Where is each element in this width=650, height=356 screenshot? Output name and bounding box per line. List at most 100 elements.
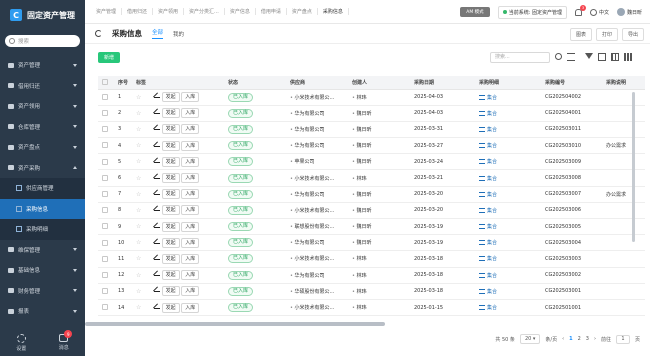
bar-chart-icon[interactable] xyxy=(624,53,632,61)
initiate-button[interactable]: 发起 xyxy=(161,108,180,119)
initiate-button[interactable]: 发起 xyxy=(161,156,180,167)
stock-in-button[interactable]: 入库 xyxy=(181,270,200,281)
print-button[interactable]: 打印 xyxy=(595,28,618,41)
detail-cell[interactable]: 集合 xyxy=(475,105,541,122)
detail-cell[interactable]: 集合 xyxy=(475,250,541,268)
settings-button[interactable]: 设置 xyxy=(16,334,26,352)
initiate-button[interactable]: 发起 xyxy=(161,302,180,313)
table-row[interactable]: 1☆ 发起 入库已入库小米技术有限公...林玮2025-04-03集合CG202… xyxy=(98,89,645,106)
col-header-creator[interactable]: 创建人 xyxy=(348,76,410,90)
detail-link[interactable]: 集合 xyxy=(487,111,497,117)
horizontal-scrollbar[interactable] xyxy=(85,322,385,326)
star-icon[interactable]: ☆ xyxy=(132,267,150,284)
sidebar-item[interactable]: 资产领用 xyxy=(0,96,85,117)
sidebar-item[interactable]: 资产管理 xyxy=(0,55,85,76)
detail-cell[interactable]: 集合 xyxy=(475,137,541,155)
row-checkbox[interactable] xyxy=(98,186,114,203)
grid-icon[interactable] xyxy=(611,53,619,61)
detail-link[interactable]: 集合 xyxy=(487,143,497,149)
row-checkbox[interactable] xyxy=(98,267,114,284)
sidebar-item[interactable]: 资产采购 xyxy=(0,158,85,179)
initiate-button[interactable]: 发起 xyxy=(161,92,180,103)
row-checkbox[interactable] xyxy=(98,121,114,139)
edit-icon[interactable] xyxy=(154,222,160,228)
detail-cell[interactable]: 集合 xyxy=(475,267,541,284)
row-checkbox[interactable] xyxy=(98,234,114,252)
initiate-button[interactable]: 发起 xyxy=(161,253,180,264)
star-icon[interactable]: ☆ xyxy=(132,153,150,171)
initiate-button[interactable]: 发起 xyxy=(161,270,180,281)
detail-cell[interactable]: 集合 xyxy=(475,299,541,317)
sidebar-item[interactable]: 采购信息 xyxy=(0,198,85,219)
subtab-all[interactable]: 全部 xyxy=(152,28,164,39)
user-menu[interactable]: 魏日昕 xyxy=(616,8,642,16)
detail-link[interactable]: 集合 xyxy=(487,176,497,182)
detail-link[interactable]: 集合 xyxy=(487,208,497,214)
detail-link[interactable]: 集合 xyxy=(487,224,497,230)
export-button[interactable]: 导出 xyxy=(621,28,644,41)
initiate-button[interactable]: 发起 xyxy=(161,205,180,216)
stock-in-button[interactable]: 入库 xyxy=(181,173,200,184)
sidebar-item[interactable]: 报表 xyxy=(0,301,85,322)
edit-icon[interactable] xyxy=(154,286,160,293)
star-icon[interactable]: ☆ xyxy=(132,89,150,106)
next-page-button[interactable]: › xyxy=(594,336,596,342)
sidebar-search-input[interactable]: 搜索 xyxy=(5,35,80,47)
stock-in-button[interactable]: 入库 xyxy=(181,286,200,297)
detail-link[interactable]: 集合 xyxy=(487,305,497,311)
stock-in-button[interactable]: 入库 xyxy=(181,221,200,232)
language-switch[interactable]: 中文 xyxy=(589,8,609,16)
nav-tab[interactable]: 借用归还 xyxy=(122,8,154,15)
sidebar-item[interactable]: 财务管理 xyxy=(0,281,85,302)
edit-icon[interactable] xyxy=(154,173,160,180)
star-icon[interactable]: ☆ xyxy=(132,250,150,268)
goto-input[interactable]: 1 xyxy=(615,334,630,344)
initiate-button[interactable]: 发起 xyxy=(161,173,180,184)
table-row[interactable]: 9☆ 发起 入库已入库联想股份有限公...魏日昕2025-03-19集合CG20… xyxy=(98,218,645,236)
select-all-checkbox[interactable] xyxy=(98,76,114,90)
table-row[interactable]: 13☆ 发起 入库已入库华硕股份有限公...林玮2025-03-18集合CG20… xyxy=(98,283,645,300)
table-row[interactable]: 4☆ 发起 入库已入库华为有限公司魏日昕2025-03-27集合CG202503… xyxy=(98,137,645,155)
star-icon[interactable]: ☆ xyxy=(132,121,150,139)
row-checkbox[interactable] xyxy=(98,250,114,268)
star-icon[interactable]: ☆ xyxy=(132,299,150,317)
col-header-date[interactable]: 采购日期 xyxy=(410,76,475,90)
table-row[interactable]: 11☆ 发起 入库已入库小米技术有限公...林玮2025-03-18集合CG20… xyxy=(98,250,645,268)
sidebar-item[interactable]: 维保管理 xyxy=(0,240,85,261)
col-header-code[interactable]: 采购编号 xyxy=(541,76,602,90)
stock-in-button[interactable]: 入库 xyxy=(181,302,200,313)
initiate-button[interactable]: 发起 xyxy=(161,221,180,232)
edit-icon[interactable] xyxy=(154,124,160,131)
edit-icon[interactable] xyxy=(154,303,160,309)
table-row[interactable]: 12☆ 发起 入库已入库华为有限公司林玮2025-03-18集合CG202503… xyxy=(98,267,645,284)
edit-icon[interactable] xyxy=(154,254,160,260)
star-icon[interactable]: ☆ xyxy=(132,186,150,203)
row-checkbox[interactable] xyxy=(98,105,114,122)
list-icon[interactable] xyxy=(567,53,575,61)
system-selector[interactable]: 当前系统: 固定资产管理 xyxy=(497,5,567,19)
vertical-scrollbar[interactable] xyxy=(632,92,635,242)
edit-icon[interactable] xyxy=(154,141,160,147)
table-row[interactable]: 3☆ 发起 入库已入库华为有限公司魏日昕2025-03-31集合CG202503… xyxy=(98,121,645,139)
row-checkbox[interactable] xyxy=(98,169,114,187)
detail-cell[interactable]: 集合 xyxy=(475,153,541,171)
stock-in-button[interactable]: 入库 xyxy=(181,237,200,248)
star-icon[interactable]: ☆ xyxy=(132,283,150,300)
stock-in-button[interactable]: 入库 xyxy=(181,156,200,167)
initiate-button[interactable]: 发起 xyxy=(161,189,180,200)
row-checkbox[interactable] xyxy=(98,89,114,106)
initiate-button[interactable]: 发起 xyxy=(161,286,180,297)
detail-cell[interactable]: 集合 xyxy=(475,121,541,139)
star-icon[interactable]: ☆ xyxy=(132,137,150,155)
star-icon[interactable]: ☆ xyxy=(132,202,150,220)
table-row[interactable]: 2☆ 发起 入库已入库华为有限公司魏日昕2025-04-03集合CG202504… xyxy=(98,105,645,122)
stock-in-button[interactable]: 入库 xyxy=(181,140,200,151)
stock-in-button[interactable]: 入库 xyxy=(181,189,200,200)
nav-tab[interactable]: 资产管理 xyxy=(91,8,123,15)
stock-in-button[interactable]: 入库 xyxy=(181,124,200,135)
nav-tab[interactable]: 资产盘点 xyxy=(287,8,318,15)
sidebar-item[interactable]: 借用归还 xyxy=(0,76,85,97)
col-header-supplier[interactable]: 供应商 xyxy=(286,76,348,90)
page-size-select[interactable]: 20 ▾ xyxy=(519,334,541,344)
row-checkbox[interactable] xyxy=(98,153,114,171)
